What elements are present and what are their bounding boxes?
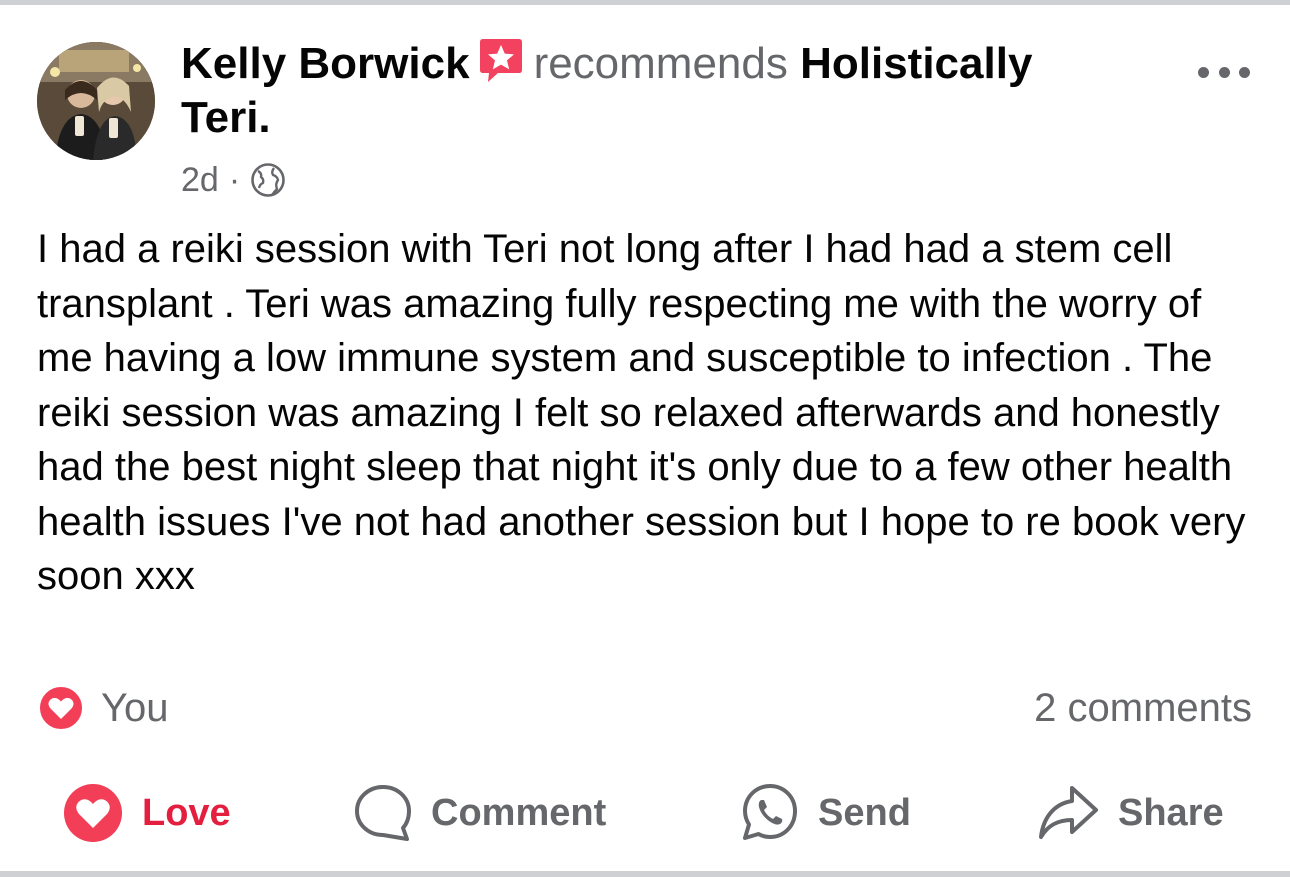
love-reaction-icon xyxy=(38,685,84,731)
page-name-line2: Teri. xyxy=(181,93,271,142)
reaction-summary-label: You xyxy=(101,685,169,730)
author-name[interactable]: Kelly Borwick xyxy=(181,39,470,88)
recommendation-icon xyxy=(478,36,524,84)
more-dot-icon xyxy=(1239,66,1250,78)
avatar-photo xyxy=(37,42,155,160)
recommends-text: recommends xyxy=(533,39,788,88)
whatsapp-send-icon xyxy=(743,784,797,840)
bottom-divider xyxy=(0,871,1290,877)
comment-button-label: Comment xyxy=(431,791,607,834)
author-avatar[interactable] xyxy=(37,42,155,160)
share-button[interactable]: Share xyxy=(1036,778,1224,848)
love-button[interactable]: Love xyxy=(62,778,231,848)
send-button[interactable]: Send xyxy=(740,778,911,848)
more-dot-icon xyxy=(1218,66,1230,78)
post-meta: 2d · xyxy=(181,160,286,200)
more-dot-icon xyxy=(1198,66,1209,78)
comment-bubble-icon xyxy=(355,785,411,841)
reaction-summary[interactable]: You xyxy=(37,684,169,732)
comments-count-link[interactable]: 2 comments xyxy=(1034,684,1252,732)
post-header: Kelly Borwick recommends Holistically Ter… xyxy=(181,36,1141,145)
post-body-text: I had a reiki session with Teri not long… xyxy=(37,227,1246,598)
top-divider xyxy=(0,0,1290,5)
love-button-label: Love xyxy=(142,791,231,834)
more-options-button[interactable] xyxy=(1198,60,1250,84)
page-name-line1: Holistically xyxy=(800,39,1033,88)
send-button-label: Send xyxy=(818,791,911,834)
comment-button[interactable]: Comment xyxy=(353,778,606,848)
love-icon xyxy=(64,784,122,842)
globe-icon xyxy=(251,163,285,197)
post-action-bar: Love Comment Send Share xyxy=(0,778,1290,848)
share-arrow-icon xyxy=(1039,786,1098,839)
share-button-label: Share xyxy=(1118,791,1224,834)
post-timestamp[interactable]: 2d xyxy=(181,161,219,200)
meta-separator: · xyxy=(228,160,241,199)
